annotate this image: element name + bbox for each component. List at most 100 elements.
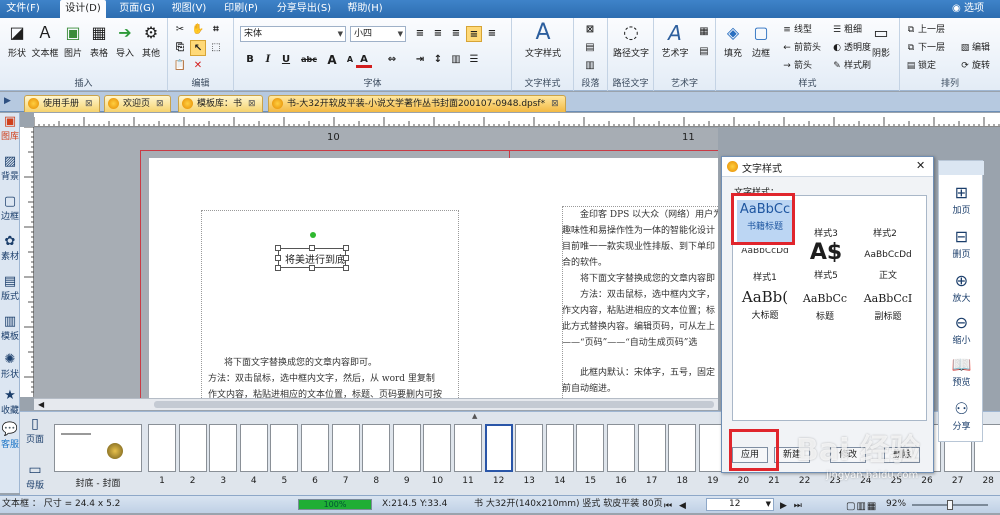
align-left-icon[interactable]: ≡ [412, 26, 428, 42]
zoom-out-button[interactable]: ⊖ 缩小 [939, 313, 984, 346]
thickness-button[interactable]: ☰ 粗细 [830, 22, 862, 38]
columns-icon[interactable]: ▥ [448, 52, 464, 68]
select-region-icon[interactable]: ⬚ [208, 40, 224, 56]
art-text-button[interactable]: A 艺术字 [658, 22, 692, 59]
style-item-style2[interactable]: 样式2 [857, 226, 913, 239]
view-single-icon[interactable]: ▢ [846, 501, 856, 512]
tab-close-icon[interactable]: ⊠ [248, 99, 256, 109]
edit-arrange-button[interactable]: ▧ 编辑 [958, 40, 990, 56]
options-button[interactable]: ◉ 选项 [940, 0, 996, 18]
view-double-icon[interactable]: ▥ [856, 501, 866, 512]
scroll-thumb[interactable] [154, 401, 714, 408]
delete-page-button[interactable]: ⊟ 删页 [939, 227, 984, 260]
align-right-icon[interactable]: ≡ [448, 26, 464, 42]
zoom-slider[interactable] [912, 500, 988, 510]
lock-button[interactable]: ▤ 锁定 [904, 58, 936, 74]
style-item-style1[interactable]: AaBbCcDd 样式1 [735, 248, 795, 283]
page-thumbnail[interactable] [668, 424, 697, 472]
view-grid-icon[interactable]: ▦ [867, 501, 877, 512]
preview-button[interactable]: 📖 预览 [939, 355, 984, 388]
delete-icon[interactable]: ✕ [190, 58, 206, 74]
front-arrow-button[interactable]: ← 前箭头 [780, 40, 821, 56]
page-thumbnail[interactable] [423, 424, 452, 472]
underline-button[interactable]: U [278, 52, 294, 68]
art-option-icon[interactable]: ▦ [696, 24, 712, 40]
transparency-button[interactable]: ◐ 透明度 [830, 40, 871, 56]
left-panel-favorites[interactable]: ★ 收藏 [0, 389, 20, 417]
left-panel-gallery[interactable]: ▣ 图库 [0, 115, 20, 143]
justify-icon[interactable]: ≡ [466, 26, 482, 42]
resize-handle[interactable] [275, 265, 281, 271]
scroll-left-icon[interactable]: ◀ [38, 400, 44, 409]
hand-icon[interactable]: ✋ [190, 22, 206, 38]
line-type-button[interactable]: ≡ 线型 [780, 22, 812, 38]
resize-handle[interactable] [309, 245, 315, 251]
prev-page-icon[interactable]: ◀ [679, 501, 688, 511]
other-button[interactable]: ⚙ 其他 [136, 22, 166, 59]
page-thumbnail[interactable] [331, 424, 360, 472]
font-name-select[interactable]: 宋体 ▼ [240, 26, 346, 42]
page-thumbnail[interactable] [484, 424, 513, 472]
bold-button[interactable]: B [242, 52, 258, 68]
copy-icon[interactable]: ⎘ [172, 40, 188, 56]
line-spacing-icon[interactable]: ↕ [430, 52, 446, 68]
align-center-icon[interactable]: ≡ [430, 26, 446, 42]
art-effect-icon[interactable]: ▤ [696, 44, 712, 60]
menu-share-export[interactable]: 分享导出(S) [274, 0, 334, 18]
menu-help[interactable]: 帮助(H) [344, 0, 386, 18]
style-item-style5[interactable]: A$ 样式5 [797, 242, 855, 281]
fill-button[interactable]: ◈ 填充 [718, 22, 748, 59]
menu-view[interactable]: 视图(V) [168, 0, 210, 18]
next-page-icon[interactable]: ▶ [780, 501, 789, 511]
resize-handle[interactable] [275, 255, 281, 261]
tab-template-library[interactable]: 模板库：书 ⊠ [178, 95, 263, 112]
style-item-title[interactable]: AaBbCc 标题 [795, 292, 855, 322]
grow-font-button[interactable]: A [324, 52, 340, 68]
style-item-subtitle[interactable]: AaBbCcI 副标题 [855, 292, 921, 322]
tab-scroll-icon[interactable]: ▶ [4, 96, 11, 106]
thumbnail-cover[interactable] [54, 424, 142, 472]
send-backward-button[interactable]: ⧉ 下一层 [904, 40, 945, 56]
strikethrough-button[interactable]: abc [298, 52, 320, 68]
text-style-button[interactable]: A 文字样式 [518, 22, 568, 60]
tab-close-icon[interactable]: ⊠ [156, 99, 164, 109]
left-panel-border[interactable]: ▢ 边框 [0, 195, 20, 223]
rotate-button[interactable]: ⟳ 旋转 [958, 58, 990, 74]
italic-button[interactable]: I [260, 52, 276, 68]
page-thumbnail[interactable] [239, 424, 268, 472]
page-thumbnail[interactable] [148, 424, 176, 472]
path-text-button[interactable]: ◌ 路径文字 [612, 22, 650, 59]
tab-book-cover[interactable]: 书-大32开软皮平装-小说文学著作丛书封面200107-0948.dpsf* ⊠ [268, 95, 566, 112]
left-panel-background[interactable]: ▨ 背景 [0, 155, 20, 183]
page-nav-next-last[interactable]: ▶ ⏭ [780, 498, 804, 515]
shadow-button[interactable]: ▭ 阴影 [866, 22, 896, 59]
left-panel-layout[interactable]: ▤ 版式 [0, 275, 20, 303]
left-panel-template[interactable]: ▥ 模板 [0, 315, 20, 343]
cut-icon[interactable]: ✂ [172, 22, 188, 38]
horizontal-scrollbar[interactable]: ◀ [34, 398, 718, 410]
rotate-handle[interactable] [310, 232, 316, 238]
view-mode-buttons[interactable]: ▢▥▦ [846, 498, 877, 515]
add-page-button[interactable]: ⊞ 加页 [939, 183, 984, 216]
master-tab[interactable]: ▭ 母版 [22, 462, 48, 491]
bring-forward-button[interactable]: ⧉ 上一层 [904, 22, 945, 38]
tab-close-icon[interactable]: ⊠ [551, 99, 559, 109]
left-panel-shape[interactable]: ✺ 形状 [0, 353, 20, 381]
share-button[interactable]: ⚇ 分享 [939, 399, 984, 432]
menu-page[interactable]: 页面(G) [116, 0, 158, 18]
resize-handle[interactable] [343, 245, 349, 251]
page-thumbnail[interactable] [607, 424, 635, 472]
zoom-in-button[interactable]: ⊕ 放大 [939, 271, 984, 304]
font-size-select[interactable]: 小四 ▼ [350, 26, 406, 42]
page-thumbnail[interactable] [545, 424, 574, 472]
border-text-icon[interactable]: ▥ [582, 58, 598, 74]
arrow-button[interactable]: → 箭头 [780, 58, 812, 74]
resize-handle[interactable] [275, 245, 281, 251]
page-thumbnail[interactable] [392, 424, 421, 472]
page-thumbnail[interactable] [362, 424, 391, 472]
left-panel-support[interactable]: 💬 客服 [0, 423, 20, 451]
crop-icon[interactable]: ⌗ [208, 22, 224, 38]
tab-welcome[interactable]: 欢迎页 ⊠ [104, 95, 171, 112]
tab-manual[interactable]: 使用手册 ⊠ [24, 95, 100, 112]
indent-icon[interactable]: ⇥ [412, 52, 428, 68]
